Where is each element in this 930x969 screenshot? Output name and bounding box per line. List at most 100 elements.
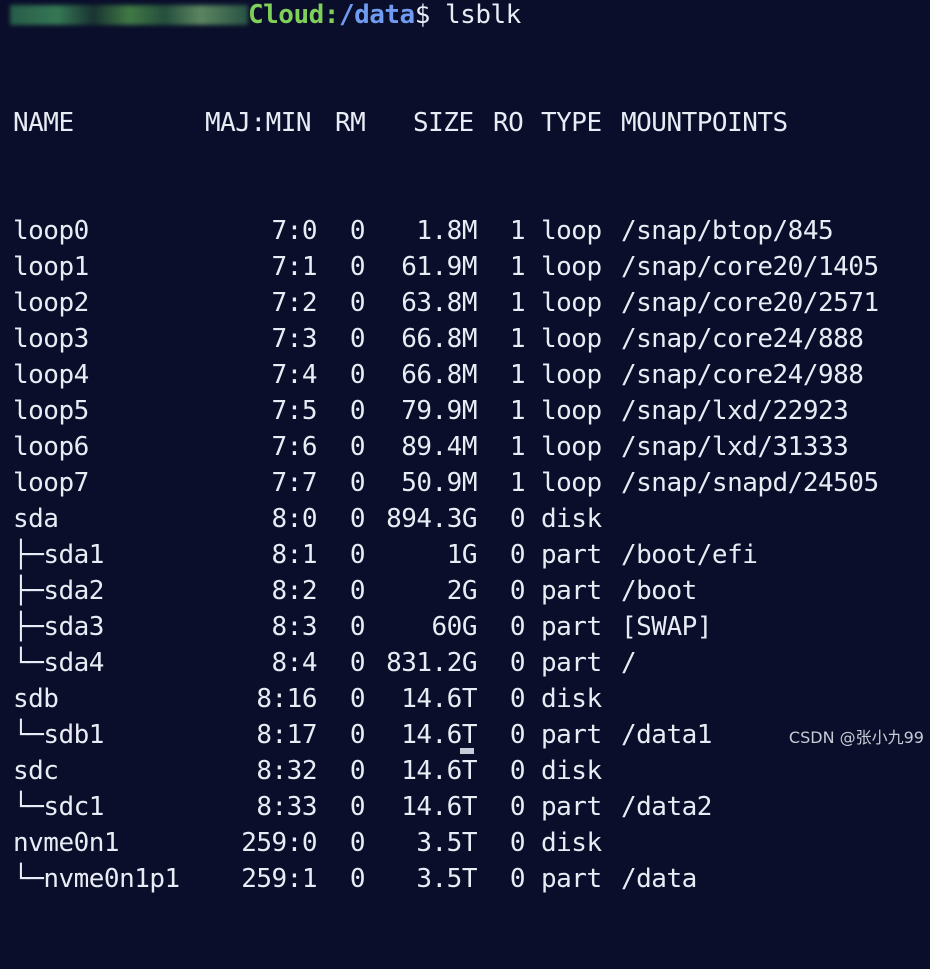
mountpoint-value: /snap/snapd/24505 <box>621 468 879 498</box>
size-value: 66.8M <box>401 360 477 390</box>
rm-value: 0 <box>349 540 366 570</box>
device-name: ├─sda2 <box>13 573 104 609</box>
majmin-value: 7:1 <box>271 252 318 282</box>
device-name: ├─sda1 <box>13 537 104 573</box>
device-name: └─nvme0n1p1 <box>13 861 180 897</box>
majmin-value: 7:3 <box>271 324 318 354</box>
size-value: 50.9M <box>401 468 477 498</box>
ro-value: 0 <box>509 828 526 858</box>
mountpoint-value: /snap/core20/2571 <box>621 288 879 318</box>
mountpoint-value: /boot <box>621 576 697 606</box>
table-row: loop4 7:4 0 66.8M 1 loop/snap/core24/988 <box>13 357 864 393</box>
size-value: 66.8M <box>401 324 477 354</box>
ro-value: 0 <box>509 648 526 678</box>
ro-value: 1 <box>509 216 526 246</box>
type-value: loop <box>541 468 602 498</box>
size-value: 89.4M <box>401 432 477 462</box>
device-name-text: sdb1 <box>43 720 104 750</box>
size-value: 60G <box>431 612 478 642</box>
ro-value: 1 <box>509 396 526 426</box>
majmin-value: 7:7 <box>271 468 318 498</box>
lsblk-header-row: NAME MAJ:MIN RM SIZE RO TYPE MOUNTPOINTS <box>13 105 788 141</box>
ro-value: 0 <box>509 756 526 786</box>
table-row: sda 8:0 0 894.3G 0 disk <box>13 501 602 537</box>
device-name: loop5 <box>13 393 89 429</box>
lsblk-rows: loop0 7:0 0 1.8M 1 loop/snap/btop/845 loop1 7:1… <box>13 213 879 897</box>
majmin-value: 8:17 <box>256 720 317 750</box>
ro-value: 1 <box>509 288 526 318</box>
header-type: TYPE <box>541 108 602 138</box>
device-name-text: loop1 <box>13 252 89 282</box>
mountpoint-value: /snap/core20/1405 <box>621 252 879 282</box>
majmin-value: 7:4 <box>271 360 318 390</box>
device-name-text: sda <box>13 504 59 534</box>
header-name: NAME <box>13 108 74 138</box>
device-name: └─sda4 <box>13 645 104 681</box>
type-value: disk <box>541 756 602 786</box>
table-row: loop2 7:2 0 63.8M 1 loop/snap/core20/2571 <box>13 285 879 321</box>
type-value: part <box>541 540 602 570</box>
ro-value: 0 <box>509 504 526 534</box>
table-row: loop7 7:7 0 50.9M 1 loop/snap/snapd/24505 <box>13 465 879 501</box>
header-mountpoints: MOUNTPOINTS <box>621 108 788 138</box>
tree-branch: ├─ <box>13 540 44 570</box>
prompt-separator: : <box>323 0 340 30</box>
size-value: 1G <box>446 540 478 570</box>
device-name: loop2 <box>13 285 89 321</box>
rm-value: 0 <box>349 576 366 606</box>
device-name: └─sdb1 <box>13 717 104 753</box>
size-value: 831.2G <box>386 648 477 678</box>
device-name: sda <box>13 501 59 537</box>
device-name: loop0 <box>13 213 89 249</box>
ro-value: 0 <box>509 540 526 570</box>
rm-value: 0 <box>349 720 366 750</box>
terminal-window[interactable]: Cloud:/data $ lsblk NAME MAJ:MIN RM SIZE … <box>0 0 930 894</box>
majmin-value: 8:3 <box>271 612 318 642</box>
size-value: 14.6T <box>401 756 477 786</box>
table-row: └─sdb1 8:17 0 14.6T 0 part/data1 <box>13 717 712 753</box>
header-size: SIZE <box>413 108 474 138</box>
device-name-text: nvme0n1 <box>13 828 120 858</box>
rm-value: 0 <box>349 288 366 318</box>
table-row: loop5 7:5 0 79.9M 1 loop/snap/lxd/22923 <box>13 393 849 429</box>
rm-value: 0 <box>349 684 366 714</box>
majmin-value: 8:1 <box>271 540 318 570</box>
majmin-value: 7:6 <box>271 432 318 462</box>
device-name: loop4 <box>13 357 89 393</box>
rm-value: 0 <box>349 324 366 354</box>
tree-branch: └─ <box>13 864 44 894</box>
table-row: ├─sda1 8:1 0 1G 0 part/boot/efi <box>13 537 758 573</box>
device-name: loop7 <box>13 465 89 501</box>
mountpoint-value: /snap/core24/888 <box>621 324 864 354</box>
type-value: loop <box>541 216 602 246</box>
type-value: disk <box>541 684 602 714</box>
type-value: part <box>541 792 602 822</box>
ro-value: 1 <box>509 432 526 462</box>
size-value: 14.6T <box>401 684 477 714</box>
device-name-text: nvme0n1p1 <box>43 864 180 894</box>
table-row: ├─sda3 8:3 0 60G 0 part [SWAP] <box>13 609 712 645</box>
mountpoint-value: /data2 <box>621 792 712 822</box>
device-name-text: sda3 <box>43 612 104 642</box>
rm-value: 0 <box>349 468 366 498</box>
table-row: loop1 7:1 0 61.9M 1 loop/snap/core20/1405 <box>13 249 879 285</box>
device-name-text: sda2 <box>43 576 104 606</box>
size-value: 3.5T <box>416 864 477 894</box>
size-value: 894.3G <box>386 504 477 534</box>
ro-value: 1 <box>509 360 526 390</box>
mountpoint-value: / <box>621 648 637 678</box>
majmin-value: 7:2 <box>271 288 318 318</box>
tree-branch: ├─ <box>13 612 44 642</box>
type-value: part <box>541 864 602 894</box>
rm-value: 0 <box>349 828 366 858</box>
majmin-value: 7:0 <box>271 216 318 246</box>
majmin-value: 8:2 <box>271 576 318 606</box>
majmin-value: 259:1 <box>241 864 317 894</box>
type-value: part <box>541 648 602 678</box>
rm-value: 0 <box>349 648 366 678</box>
csdn-watermark: CSDN @张小九99 <box>788 728 924 747</box>
type-value: part <box>541 612 602 642</box>
rm-value: 0 <box>349 252 366 282</box>
mountpoint-value: /data <box>621 864 697 894</box>
size-value: 2G <box>446 576 478 606</box>
